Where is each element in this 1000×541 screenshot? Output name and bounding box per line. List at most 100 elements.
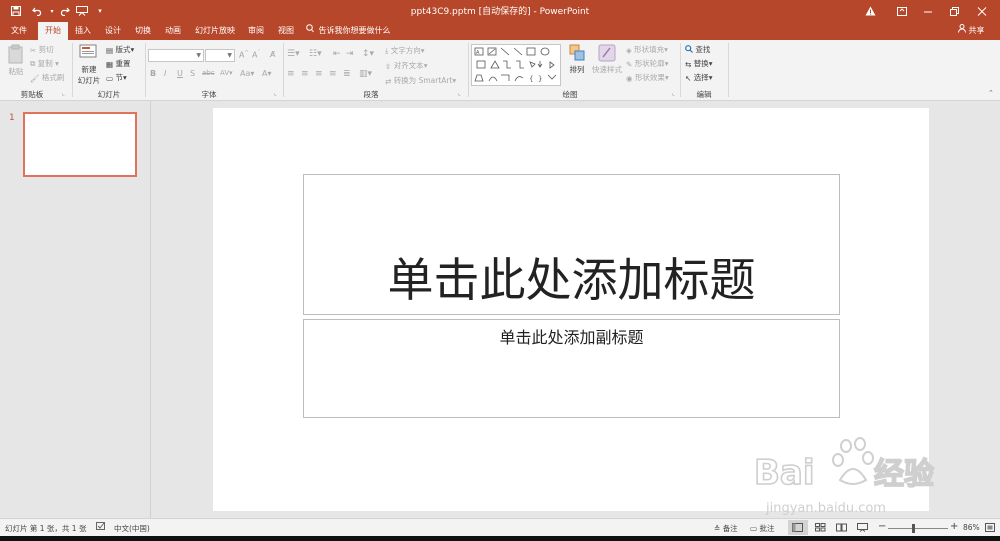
group-divider xyxy=(468,43,469,97)
dialog-launcher-icon[interactable]: ⌞ xyxy=(672,90,675,97)
comments-label: 批注 xyxy=(759,524,775,533)
strikethrough-button[interactable]: abc xyxy=(202,69,215,77)
tab-view[interactable]: 视图 xyxy=(272,22,300,40)
close-icon[interactable] xyxy=(972,3,992,19)
reset-button[interactable]: ▦ 重置 xyxy=(106,58,130,69)
collapse-ribbon-icon[interactable]: ⌃ xyxy=(988,89,994,97)
replace-button[interactable]: ⇆ 替换▾ xyxy=(685,58,712,69)
align-left-button[interactable]: ≡ xyxy=(287,69,295,79)
text-direction-button[interactable]: ⤓ 文字方向▾ xyxy=(385,45,424,56)
convert-smartart-button[interactable]: ⇄ 转换为 SmartArt▾ xyxy=(385,75,456,86)
shape-effects-button[interactable]: ◉ 形状效果▾ xyxy=(626,72,669,83)
shapes-gallery[interactable]: A { } xyxy=(471,44,561,86)
ribbon-display-options-icon[interactable] xyxy=(892,3,912,19)
zoom-slider[interactable] xyxy=(888,528,948,529)
slide-show-icon[interactable] xyxy=(857,523,868,534)
tab-review[interactable]: 审阅 xyxy=(242,22,270,40)
title-bar: ▾ ▾ ppt43C9.pptm [自动保存的] - PowerPoint xyxy=(0,0,1000,22)
slide-canvas[interactable]: 单击此处添加标题 单击此处添加副标题 xyxy=(213,108,929,511)
text-shadow-button[interactable]: S xyxy=(190,69,195,78)
chevron-down-icon: ▼ xyxy=(196,52,201,59)
font-color-button[interactable]: A▾ xyxy=(262,69,272,78)
align-text-icon: ⇳ xyxy=(385,61,392,71)
subtitle-placeholder[interactable]: 单击此处添加副标题 xyxy=(303,319,840,418)
arrange-button[interactable]: 排列 xyxy=(566,44,588,75)
minimize-icon[interactable] xyxy=(918,3,938,19)
section-button[interactable]: ▭ 节▾ xyxy=(106,72,127,83)
tab-design[interactable]: 设计 xyxy=(98,22,128,40)
line-spacing-button[interactable]: ↕▾ xyxy=(362,49,374,59)
italic-button[interactable]: I xyxy=(164,69,166,78)
grow-font-button[interactable]: A^ xyxy=(239,50,249,60)
increase-indent-button[interactable]: ⇥ xyxy=(346,49,354,59)
shrink-font-button[interactable]: Aˇ xyxy=(252,50,260,60)
group-divider xyxy=(145,43,146,97)
tab-file[interactable]: 文件 xyxy=(4,22,34,40)
title-placeholder[interactable]: 单击此处添加标题 xyxy=(303,174,840,315)
fit-slide-icon[interactable] xyxy=(985,523,995,534)
quick-styles-button[interactable]: 快速样式 xyxy=(591,44,623,75)
columns-button[interactable]: ▥▾ xyxy=(359,69,372,79)
dialog-launcher-icon[interactable]: ⌞ xyxy=(274,90,277,97)
reading-view-icon[interactable] xyxy=(836,523,847,534)
zoom-level[interactable]: 86% xyxy=(963,523,980,532)
tab-insert[interactable]: 插入 xyxy=(68,22,98,40)
bold-button[interactable]: B xyxy=(150,69,156,78)
tab-transitions[interactable]: 切换 xyxy=(128,22,158,40)
status-bar: 幻灯片 第 1 张，共 1 张 中文(中国) ≙ 备注 ▭ 批注 − + 86% xyxy=(0,518,1000,537)
notes-button[interactable]: ≙ 备注 xyxy=(714,523,738,534)
paste-button[interactable]: 粘贴 xyxy=(6,44,26,77)
new-slide-icon xyxy=(79,44,97,58)
clear-formatting-icon[interactable]: A̸ xyxy=(270,50,275,59)
slide-count: 幻灯片 第 1 张，共 1 张 xyxy=(5,524,87,533)
justify-button[interactable]: ≡ xyxy=(329,69,337,79)
ribbon-tab-bar: 文件 开始 插入 设计 切换 动画 幻灯片放映 审阅 视图 告诉我你想要做什么 … xyxy=(0,22,1000,40)
dialog-launcher-icon[interactable]: ⌞ xyxy=(62,90,65,97)
font-name-combo[interactable]: ▼ xyxy=(148,49,204,62)
share-button[interactable]: 共享 xyxy=(958,22,985,40)
restore-icon[interactable] xyxy=(945,3,965,19)
layout-button[interactable]: ▤ 版式▾ xyxy=(106,44,134,55)
change-case-button[interactable]: Aa▾ xyxy=(240,69,254,78)
thumbnail-number: 1 xyxy=(9,113,15,123)
slide-sorter-icon[interactable] xyxy=(815,523,826,534)
find-button[interactable]: 查找 xyxy=(685,44,710,55)
tell-me-box[interactable]: 告诉我你想要做什么 xyxy=(306,22,391,40)
bullets-button[interactable]: ☰▾ xyxy=(287,49,300,59)
zoom-in-button[interactable]: + xyxy=(950,521,958,532)
comments-button[interactable]: ▭ 批注 xyxy=(750,523,774,534)
shape-effects-label: 形状效果 xyxy=(634,73,665,82)
new-slide-button[interactable]: 新建 幻灯片 xyxy=(77,44,101,86)
shape-outline-button[interactable]: ✎ 形状轮廓▾ xyxy=(626,58,668,69)
dialog-launcher-icon[interactable]: ⌞ xyxy=(458,90,461,97)
tab-home[interactable]: 开始 xyxy=(38,22,68,40)
tab-animations[interactable]: 动画 xyxy=(158,22,188,40)
font-size-combo[interactable]: ▼ xyxy=(205,49,235,62)
layout-icon: ▤ xyxy=(106,45,114,55)
numbering-button[interactable]: ☷▾ xyxy=(309,49,322,59)
zoom-slider-thumb[interactable] xyxy=(912,524,915,533)
svg-text:{: { xyxy=(529,75,533,83)
underline-button[interactable]: U xyxy=(177,69,183,78)
copy-icon: ⧉ xyxy=(30,59,36,68)
arrange-icon xyxy=(569,44,585,61)
decrease-indent-button[interactable]: ⇤ xyxy=(333,49,341,59)
character-spacing-button[interactable]: AV▾ xyxy=(220,69,233,77)
cut-button[interactable]: ✂ 剪切 xyxy=(30,44,54,55)
align-center-button[interactable]: ≡ xyxy=(301,69,309,79)
select-button[interactable]: ↖ 选择▾ xyxy=(685,72,712,83)
align-right-button[interactable]: ≡ xyxy=(315,69,323,79)
format-painter-button[interactable]: 🖌 格式刷 xyxy=(30,72,64,83)
shape-fill-button[interactable]: ◈ 形状填充▾ xyxy=(626,44,668,55)
paste-label: 粘贴 xyxy=(8,67,24,76)
spelling-check-icon[interactable] xyxy=(96,522,106,533)
language[interactable]: 中文(中国) xyxy=(114,523,150,534)
copy-button[interactable]: ⧉ 复制 ▾ xyxy=(30,58,59,69)
distributed-button[interactable]: ≣ xyxy=(343,69,351,79)
slide-thumbnail[interactable] xyxy=(23,112,137,177)
cursor-icon: ↖ xyxy=(685,73,692,83)
align-text-button[interactable]: ⇳ 对齐文本▾ xyxy=(385,60,427,71)
tab-slide-show[interactable]: 幻灯片放映 xyxy=(190,22,240,40)
warning-icon[interactable] xyxy=(860,3,880,19)
zoom-out-button[interactable]: − xyxy=(878,521,886,532)
